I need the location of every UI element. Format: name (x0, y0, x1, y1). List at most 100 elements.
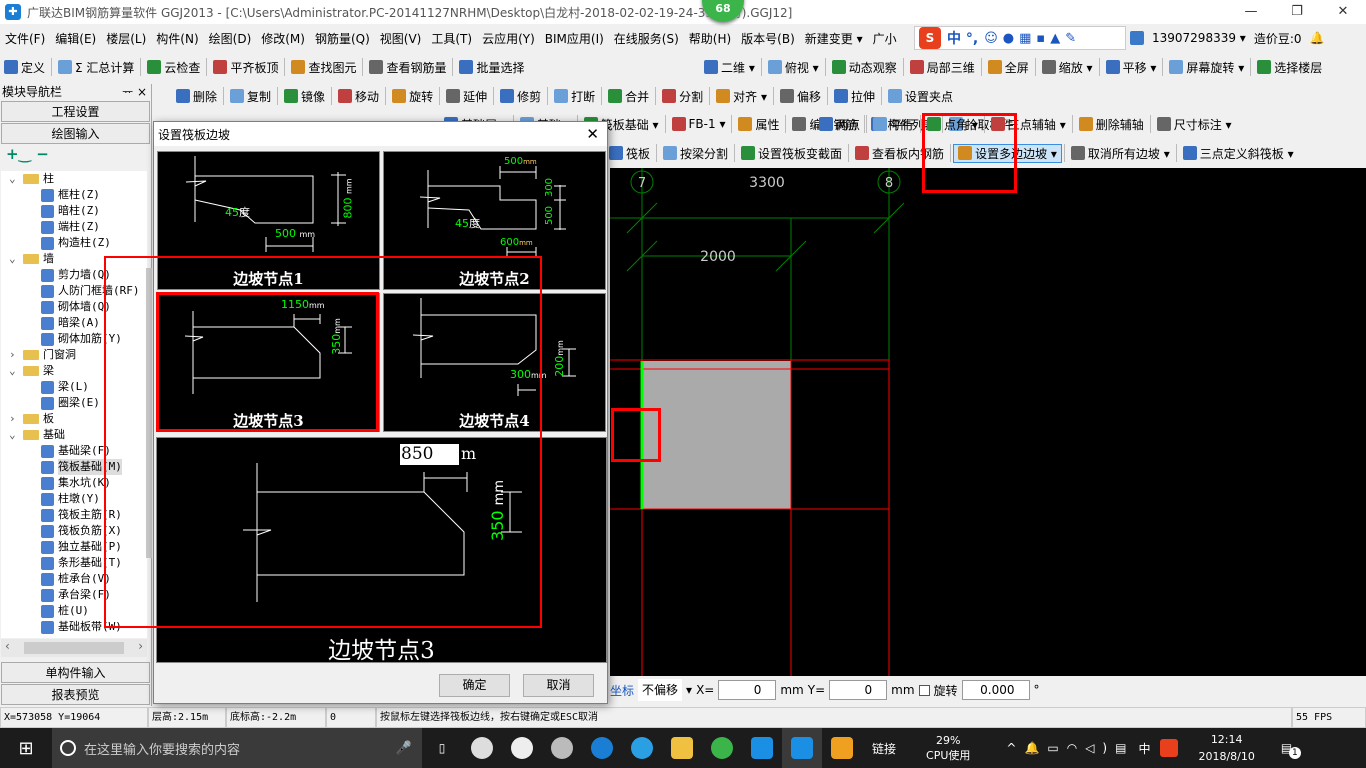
menu-item-5[interactable]: 修改(M) (256, 30, 310, 47)
drawing-canvas[interactable]: 7 8 3300 2000 (610, 168, 1366, 676)
edit-button-2[interactable]: 镜像 (280, 88, 329, 105)
ime-lang[interactable]: 中 (1138, 740, 1150, 757)
rotate-input[interactable]: 0.000 (961, 680, 1030, 700)
tray-icons[interactable]: ^🔔▭◠◁)▤ (1006, 741, 1134, 755)
view-button-8[interactable]: 选择楼层 (1253, 59, 1326, 76)
ime-tool-icons[interactable]: ☺●▦▪▲✎ (984, 31, 1081, 46)
raft-slab[interactable] (642, 361, 791, 509)
tree-item[interactable]: 暗梁(A) (1, 315, 147, 331)
task-view-icon[interactable]: ▯ (422, 728, 462, 768)
glodon-app-icon[interactable] (782, 728, 822, 768)
main-button-2[interactable]: 云检查 (143, 59, 204, 76)
tree-item[interactable]: 暗柱(Z) (1, 203, 147, 219)
edit-button-12[interactable]: 拉伸 (830, 88, 879, 105)
tree-item[interactable]: 砌体墙(Q) (1, 299, 147, 315)
clock[interactable]: 12:14 2018/8/10 (1198, 731, 1254, 765)
menu-item-7[interactable]: 视图(V) (375, 30, 427, 47)
tree-folder[interactable]: ⌄ 柱 (1, 171, 147, 187)
tree-item[interactable]: 桩(U) (1, 603, 147, 619)
chevron-down-icon[interactable]: ⌄ (9, 171, 23, 187)
tree-folder[interactable]: › 门窗洞 (1, 347, 147, 363)
tree-item[interactable]: 人防门框墙(RF) (1, 283, 147, 299)
raft-button-5[interactable]: 取消所有边坡 ▾ (1067, 145, 1174, 162)
view-button-7[interactable]: 屏幕旋转 ▾ (1165, 59, 1248, 76)
edge-icon[interactable] (582, 728, 622, 768)
view-button-0[interactable]: 二维 ▾ (700, 59, 759, 76)
app-icon-3[interactable] (542, 728, 582, 768)
menu-item-0[interactable]: 文件(F) (0, 30, 50, 47)
menu-item-12[interactable]: 帮助(H) (684, 30, 736, 47)
tree-item[interactable]: 桩承台(V) (1, 571, 147, 587)
tree-item[interactable]: 集水坑(K) (1, 475, 147, 491)
pin-icon[interactable]: ᅲ (122, 85, 133, 99)
edit-button-3[interactable]: 移动 (334, 88, 383, 105)
menu-item-10[interactable]: BIM应用(I) (540, 30, 609, 47)
tree-item[interactable]: 筏板基础(M) (1, 459, 147, 475)
single-input-button[interactable]: 单构件输入 (1, 662, 150, 683)
raft-button-4[interactable]: 设置多边边坡 ▾ (953, 143, 1062, 163)
slope-node-4[interactable]: 200mm 300mm 边坡节点4 (383, 293, 606, 432)
tree-h-scrollbar[interactable]: ‹ › (1, 639, 147, 657)
phone-account[interactable]: 13907298339 ▾ (1152, 31, 1246, 45)
view-button-4[interactable]: 全屏 (984, 59, 1033, 76)
slope-node-3[interactable]: 1150mm 350mm 边坡节点3 (157, 293, 380, 432)
ie-browser-icon[interactable] (502, 728, 542, 768)
main-button-1[interactable]: Σ 汇总计算 (54, 59, 138, 76)
view-button-1[interactable]: 俯视 ▾ (764, 59, 823, 76)
slope-width-input[interactable]: 850 (400, 444, 459, 465)
tree-v-scrollbar[interactable] (146, 268, 152, 558)
axis-button-2[interactable]: 点角 ▾ (923, 116, 982, 133)
edit-button-0[interactable]: 删除 (172, 88, 221, 105)
main-button-0[interactable]: 定义 (0, 59, 49, 76)
tree-item[interactable]: 独立基础(P) (1, 539, 147, 555)
edit-button-1[interactable]: 复制 (226, 88, 275, 105)
tree-item[interactable]: 剪力墙(Q) (1, 267, 147, 283)
menu-item-6[interactable]: 钢筋量(Q) (310, 30, 375, 47)
report-preview-button[interactable]: 报表预览 (1, 684, 150, 705)
mic-icon[interactable]: 🎤 (396, 741, 412, 756)
raft-button-1[interactable]: 按梁分割 (659, 145, 732, 162)
tree-item[interactable]: 筏板主筋(R) (1, 507, 147, 523)
chevron-right-icon[interactable]: › (9, 347, 23, 363)
ie-icon[interactable] (622, 728, 662, 768)
menu-item-14[interactable]: 新建变更 ▾ (800, 30, 868, 47)
tree-item[interactable]: 基础梁(F) (1, 443, 147, 459)
close-button[interactable]: ✕ (1320, 0, 1366, 24)
menu-item-2[interactable]: 楼层(L) (101, 30, 151, 47)
main-button-3[interactable]: 平齐板顶 (209, 59, 282, 76)
menu-item-13[interactable]: 版本号(B) (736, 30, 800, 47)
tree-item[interactable]: 基础板带(W) (1, 619, 147, 635)
edit-button-5[interactable]: 延伸 (442, 88, 491, 105)
tree-folder[interactable]: ⌄ 墙 (1, 251, 147, 267)
chevron-down-icon[interactable]: ⌄ (9, 427, 23, 443)
edit-button-10[interactable]: 对齐 ▾ (712, 88, 771, 105)
tree-item[interactable]: 筏板负筋(X) (1, 523, 147, 539)
axis-button-0[interactable]: 两点 (815, 116, 864, 133)
raft-button-2[interactable]: 设置筏板变截面 (737, 145, 846, 162)
tree-item[interactable]: 梁(L) (1, 379, 147, 395)
action-center-icon[interactable]: ▤ 1 (1281, 741, 1301, 759)
notes-app-icon[interactable] (822, 728, 862, 768)
tree-item[interactable]: 砌体加筋(Y) (1, 331, 147, 347)
browser-green-icon[interactable] (702, 728, 742, 768)
view-button-3[interactable]: 局部三维 (906, 59, 979, 76)
tree-item[interactable]: 柱墩(Y) (1, 491, 147, 507)
link-label[interactable]: 链接 (872, 740, 896, 757)
cancel-button[interactable]: 取消 (523, 674, 594, 697)
edit-button-4[interactable]: 旋转 (388, 88, 437, 105)
main-button-6[interactable]: 批量选择 (455, 59, 528, 76)
view-button-5[interactable]: 缩放 ▾ (1038, 59, 1097, 76)
tree-item[interactable]: 条形基础(T) (1, 555, 147, 571)
edit-button-6[interactable]: 修剪 (496, 88, 545, 105)
dialog-close-button[interactable]: ✕ (586, 125, 599, 143)
file-explorer-icon[interactable] (662, 728, 702, 768)
taskbar-search[interactable]: 在这里输入你要搜索的内容 🎤 (52, 728, 422, 768)
drawing-input-button[interactable]: 绘图输入 (1, 123, 150, 144)
menu-item-15[interactable]: 广小 (868, 30, 902, 47)
chevron-down-icon[interactable]: ⌄ (9, 363, 23, 379)
tree-item[interactable]: 构造柱(Z) (1, 235, 147, 251)
view-button-6[interactable]: 平移 ▾ (1102, 59, 1161, 76)
sogou-tray-icon[interactable] (1160, 739, 1179, 757)
windows-start-icon[interactable]: ⊞ (0, 728, 52, 768)
bell-icon[interactable]: 🔔 (1310, 31, 1325, 45)
